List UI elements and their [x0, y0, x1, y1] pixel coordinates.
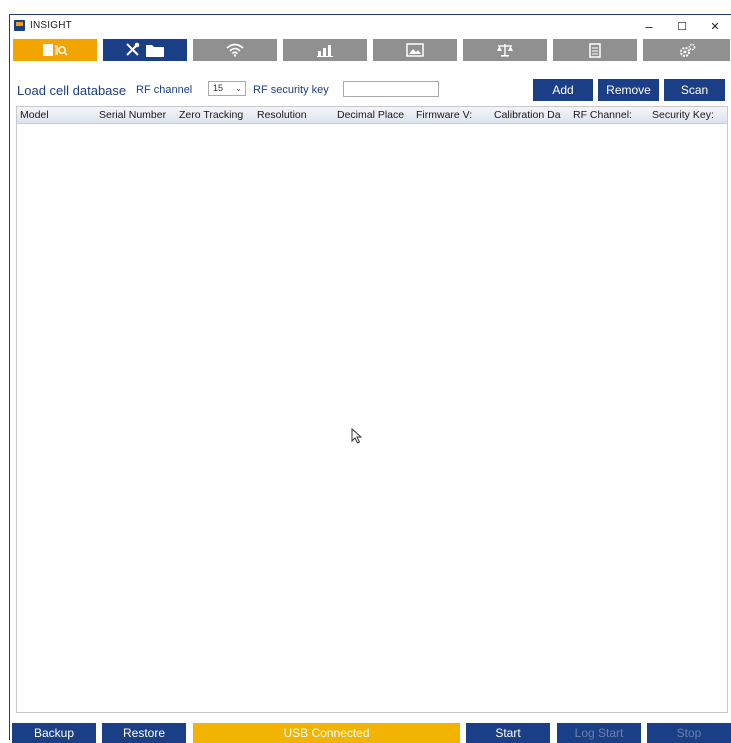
add-button[interactable]: Add [533, 79, 593, 101]
remove-button[interactable]: Remove [598, 79, 659, 101]
tab-image[interactable] [373, 39, 457, 61]
app-logo-icon [14, 20, 25, 31]
tools-folder-icon [125, 42, 165, 58]
column-header-firmware[interactable]: Firmware V: [416, 109, 472, 121]
rf-security-key-input[interactable] [343, 81, 439, 97]
column-header-zero-tracking[interactable]: Zero Tracking [179, 109, 243, 121]
column-header-decimal-place[interactable]: Decimal Place [337, 109, 404, 121]
tab-database[interactable] [13, 39, 97, 61]
scan-button[interactable]: Scan [664, 79, 725, 101]
tab-scale[interactable] [463, 39, 547, 61]
rf-security-key-label: RF security key [253, 84, 329, 96]
restore-button[interactable]: Restore [102, 723, 186, 743]
wifi-icon [226, 43, 244, 57]
mouse-pointer-icon [351, 427, 363, 449]
maximize-button[interactable]: ☐ [669, 17, 695, 35]
main-tab-bar [10, 39, 731, 63]
close-button[interactable]: ✕ [702, 17, 728, 35]
rf-channel-label: RF channel [136, 84, 193, 96]
tab-settings[interactable] [643, 39, 730, 61]
column-header-rf-channel[interactable]: RF Channel: [573, 109, 632, 121]
tab-tools[interactable] [103, 39, 187, 61]
backup-button[interactable]: Backup [12, 723, 96, 743]
section-title: Load cell database [17, 83, 127, 98]
app-window: INSIGHT – ☐ ✕ Load cell database RF chan… [9, 14, 731, 743]
app-title: INSIGHT [30, 20, 72, 31]
database-search-icon [42, 43, 68, 57]
column-header-serial-number[interactable]: Serial Number [99, 109, 166, 121]
minimize-button[interactable]: – [636, 17, 662, 35]
tab-wireless[interactable] [193, 39, 277, 61]
scale-icon [496, 43, 514, 57]
connection-status: USB Connected [193, 723, 460, 743]
title-bar: INSIGHT – ☐ ✕ [10, 15, 731, 37]
rf-channel-value: 15 [213, 83, 224, 93]
load-cell-table[interactable]: Model Serial Number Zero Tracking Resolu… [16, 106, 728, 713]
chevron-down-icon: ⌄ [235, 84, 242, 93]
document-icon [589, 42, 601, 58]
table-header: Model Serial Number Zero Tracking Resolu… [17, 107, 727, 124]
column-header-model[interactable]: Model [20, 109, 49, 121]
stop-button[interactable]: Stop [647, 723, 731, 743]
column-header-calibration-date[interactable]: Calibration Da [494, 109, 561, 121]
chart-icon [317, 43, 333, 57]
tab-chart[interactable] [283, 39, 367, 61]
log-start-button[interactable]: Log Start [557, 723, 641, 743]
bottom-action-bar: Backup Restore USB Connected Start Log S… [10, 723, 731, 743]
database-toolbar: Load cell database RF channel 15 ⌄ RF se… [10, 77, 731, 103]
tab-document[interactable] [553, 39, 637, 61]
settings-icon [678, 43, 696, 58]
start-button[interactable]: Start [466, 723, 550, 743]
image-icon [406, 43, 424, 57]
column-header-security-key[interactable]: Security Key: [652, 109, 714, 121]
column-header-resolution[interactable]: Resolution [257, 109, 307, 121]
rf-channel-select[interactable]: 15 ⌄ [208, 81, 246, 96]
